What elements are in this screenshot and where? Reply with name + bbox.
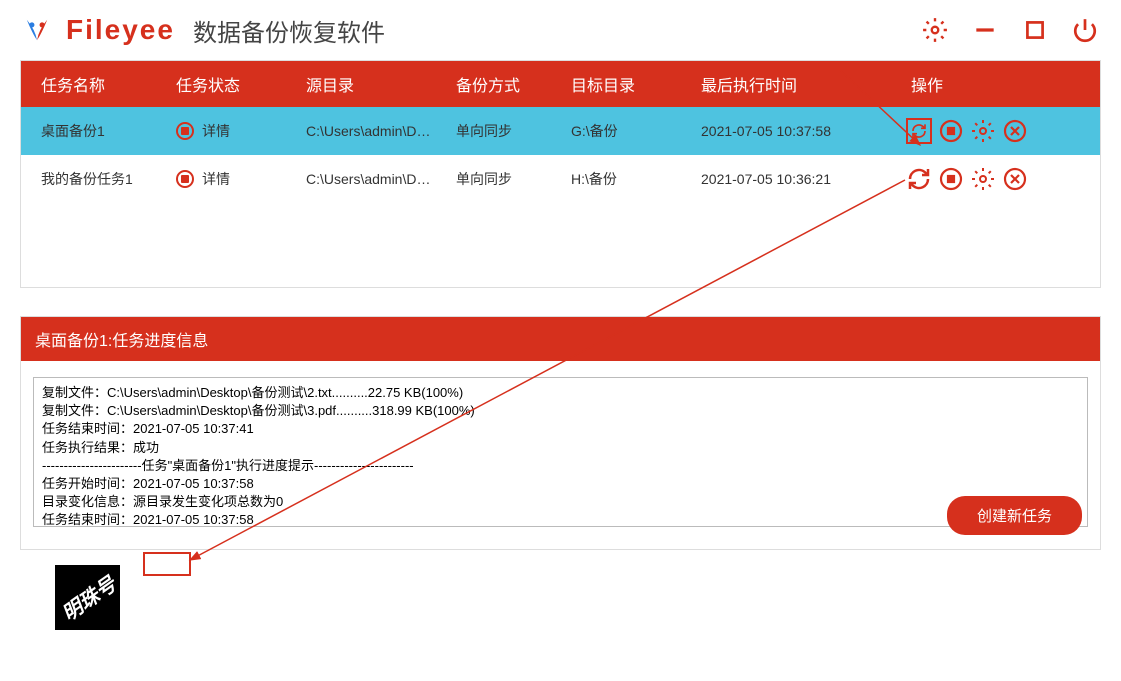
cell-lastrun: 2021-07-05 10:37:58: [691, 123, 896, 139]
log-line: 目录变化信息：源目录发生变化项总数为0: [42, 493, 1079, 511]
result-highlight-annotation: [143, 552, 191, 576]
log-line: 任务执行结果：成功: [42, 439, 1079, 457]
status-detail-link[interactable]: 详情: [202, 169, 230, 189]
log-line: 任务结束时间：2021-07-05 10:37:41: [42, 420, 1079, 438]
close-icon[interactable]: [1002, 166, 1028, 192]
col-target: 目标目录: [561, 72, 691, 96]
watermark: 明珠号: [55, 565, 120, 630]
cell-status: 详情: [166, 121, 296, 141]
status-stop-icon[interactable]: [176, 122, 194, 140]
cell-lastrun: 2021-07-05 10:36:21: [691, 171, 896, 187]
progress-title: 桌面备份1:任务进度信息: [21, 317, 1100, 361]
minimize-button[interactable]: [969, 14, 1001, 46]
cell-name: 桌面备份1: [21, 121, 166, 141]
status-stop-icon[interactable]: [176, 170, 194, 188]
log-line: -----------------------任务"桌面备份1"执行进度提示--…: [42, 457, 1079, 475]
app-subtitle: 数据备份恢复软件: [193, 13, 385, 48]
brand-name: Fileyee: [66, 14, 175, 46]
settings-button[interactable]: [919, 14, 951, 46]
power-button[interactable]: [1069, 14, 1101, 46]
log-line: 任务结束时间：2021-07-05 10:37:58: [42, 511, 1079, 527]
table-row[interactable]: 桌面备份1 详情 C:\Users\admin\Deskt... 单向同步 G:…: [21, 107, 1100, 155]
maximize-button[interactable]: [1019, 14, 1051, 46]
stop-icon[interactable]: [938, 118, 964, 144]
stop-icon[interactable]: [938, 166, 964, 192]
task-table: 任务名称 任务状态 源目录 备份方式 目标目录 最后执行时间 操作 桌面备份1 …: [20, 60, 1101, 288]
table-row[interactable]: 我的备份任务1 详情 C:\Users\admin\Deskt... 单向同步 …: [21, 155, 1100, 203]
cell-status: 详情: [166, 169, 296, 189]
table-body: 桌面备份1 详情 C:\Users\admin\Deskt... 单向同步 G:…: [21, 107, 1100, 287]
sync-icon[interactable]: [906, 166, 932, 192]
cell-method: 单向同步: [446, 169, 561, 189]
cell-target: G:\备份: [561, 121, 691, 141]
sync-icon[interactable]: [906, 118, 932, 144]
close-icon[interactable]: [1002, 118, 1028, 144]
create-task-button[interactable]: 创建新任务: [947, 496, 1082, 535]
col-source: 源目录: [296, 72, 446, 96]
status-detail-link[interactable]: 详情: [202, 121, 230, 141]
log-line: 复制文件：C:\Users\admin\Desktop\备份测试\2.txt..…: [42, 384, 1079, 402]
gear-icon[interactable]: [970, 118, 996, 144]
col-name: 任务名称: [21, 72, 166, 96]
col-actions: 操作: [896, 72, 1100, 96]
cell-source: C:\Users\admin\Deskt...: [296, 123, 446, 139]
titlebar: Fileyee 数据备份恢复软件: [0, 0, 1121, 60]
log-line: 复制文件：C:\Users\admin\Desktop\备份测试\3.pdf..…: [42, 402, 1079, 420]
app-logo: [20, 13, 54, 47]
cell-source: C:\Users\admin\Deskt...: [296, 171, 446, 187]
log-line: 任务开始时间：2021-07-05 10:37:58: [42, 475, 1079, 493]
cell-actions: [896, 166, 1100, 192]
cell-method: 单向同步: [446, 121, 561, 141]
log-box[interactable]: 复制文件：C:\Users\admin\Desktop\备份测试\2.txt..…: [33, 377, 1088, 527]
col-status: 任务状态: [166, 72, 296, 96]
table-header: 任务名称 任务状态 源目录 备份方式 目标目录 最后执行时间 操作: [21, 61, 1100, 107]
col-method: 备份方式: [446, 72, 561, 96]
cell-target: H:\备份: [561, 169, 691, 189]
col-lastrun: 最后执行时间: [691, 72, 896, 96]
cell-name: 我的备份任务1: [21, 169, 166, 189]
progress-panel: 桌面备份1:任务进度信息 复制文件：C:\Users\admin\Desktop…: [20, 316, 1101, 550]
gear-icon[interactable]: [970, 166, 996, 192]
cell-actions: [896, 118, 1100, 144]
